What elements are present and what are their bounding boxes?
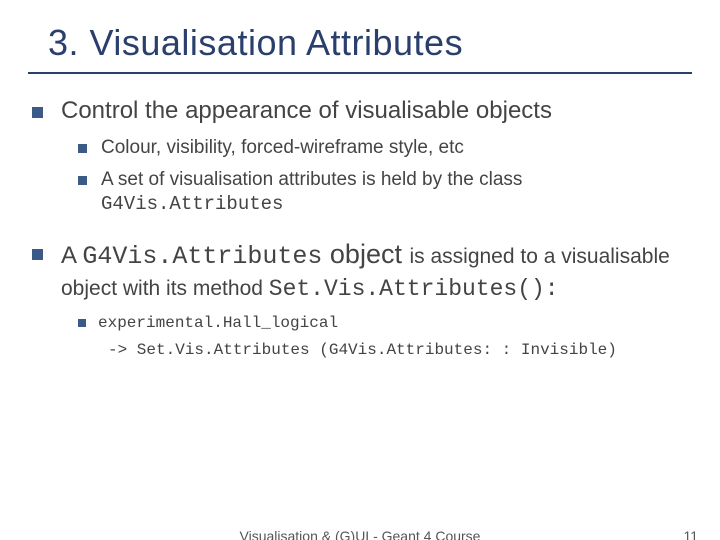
page-number: 11: [683, 528, 698, 540]
bullet-level1: A G4Vis.Attributes object is assigned to…: [32, 238, 692, 303]
bullet-text: Colour, visibility, forced-wireframe sty…: [101, 136, 464, 160]
square-bullet-icon: [78, 144, 87, 153]
slide: 3. Visualisation Attributes Control the …: [0, 0, 720, 540]
bullet-level2: A set of visualisation attributes is hel…: [78, 168, 692, 217]
bullet-text: A G4Vis.Attributes object is assigned to…: [61, 238, 692, 303]
text-fragment: A set of visualisation attributes is hel…: [101, 169, 522, 190]
title-rule: [28, 72, 692, 74]
code-line: -> Set.Vis.Attributes (G4Vis.Attributes:…: [108, 340, 692, 361]
slide-title: 3. Visualisation Attributes: [48, 22, 692, 64]
text-fragment: A: [61, 242, 82, 269]
bullet-text: A set of visualisation attributes is hel…: [101, 168, 692, 217]
bullet-text: Control the appearance of visualisable o…: [61, 96, 552, 126]
code-text: Set.Vis.Attributes():: [269, 276, 559, 302]
square-bullet-icon: [32, 249, 43, 260]
text-fragment: object: [322, 239, 409, 269]
bullet-level2: Colour, visibility, forced-wireframe sty…: [78, 136, 692, 160]
bullet-level1: Control the appearance of visualisable o…: [32, 96, 692, 126]
square-bullet-icon: [78, 176, 87, 185]
code-text: -> Set.Vis.Attributes (G4Vis.Attributes:…: [108, 340, 617, 361]
bullet-level3: experimental.Hall_logical: [78, 313, 692, 334]
code-text: G4Vis.Attributes: [101, 193, 283, 215]
square-bullet-icon: [32, 107, 43, 118]
code-text: G4Vis.Attributes: [82, 242, 322, 271]
square-bullet-icon: [78, 319, 86, 327]
footer-center-text: Visualisation & (G)UI - Geant 4 Course: [0, 528, 720, 540]
code-text: experimental.Hall_logical: [98, 313, 338, 334]
